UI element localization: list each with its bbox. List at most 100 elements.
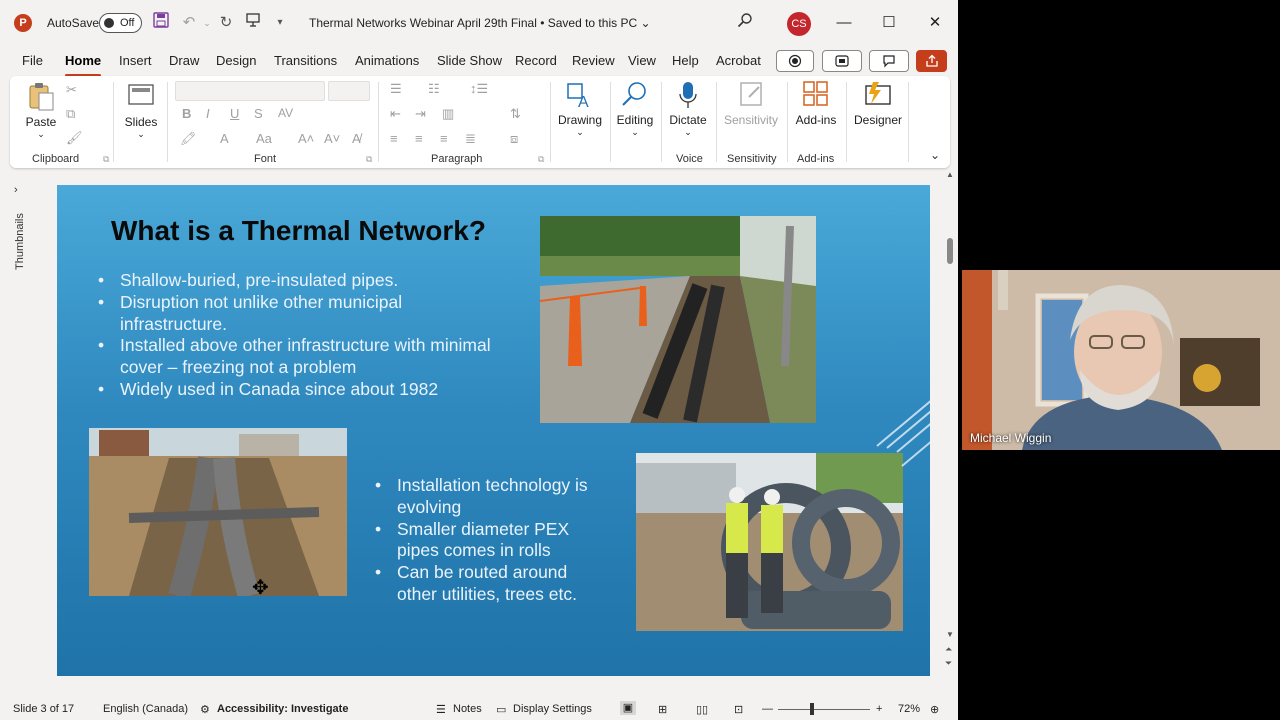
tab-home[interactable]: Home bbox=[65, 53, 102, 77]
bullets-icon[interactable]: ☰ bbox=[390, 81, 402, 97]
tab-file[interactable]: File bbox=[22, 53, 43, 68]
scroll-up-icon[interactable]: ▲ bbox=[946, 170, 954, 179]
present-teams-button[interactable] bbox=[822, 50, 862, 72]
slide-title[interactable]: What is a Thermal Network? bbox=[111, 215, 486, 247]
ribbon-collapse-icon[interactable]: ⌄ bbox=[930, 148, 940, 162]
photo-pipes-trench[interactable] bbox=[89, 428, 347, 596]
document-title[interactable]: Thermal Networks Webinar April 29th Fina… bbox=[309, 16, 651, 30]
numbering-icon[interactable]: ☷ bbox=[428, 81, 440, 97]
paragraph-launcher-icon[interactable]: ⧉ bbox=[538, 154, 544, 165]
tab-review[interactable]: Review bbox=[572, 53, 615, 68]
user-avatar[interactable]: CS bbox=[787, 12, 811, 36]
scroll-down-icon[interactable]: ▼ bbox=[946, 630, 954, 639]
slide-canvas[interactable]: What is a Thermal Network? Shallow-burie… bbox=[57, 185, 930, 676]
columns-icon[interactable]: ▥ bbox=[442, 106, 454, 122]
tab-transitions[interactable]: Transitions bbox=[274, 53, 337, 68]
clipboard-launcher-icon[interactable]: ⧉ bbox=[103, 154, 109, 165]
comments-button[interactable] bbox=[869, 50, 909, 72]
zoom-level[interactable]: 72% bbox=[898, 703, 920, 715]
minimize-icon[interactable]: — bbox=[829, 10, 859, 36]
tab-design[interactable]: Design bbox=[216, 53, 256, 68]
font-launcher-icon[interactable]: ⧉ bbox=[366, 154, 372, 165]
change-case-icon[interactable]: Aa bbox=[256, 131, 272, 146]
strikethrough-icon[interactable]: S bbox=[254, 106, 263, 121]
designer-button[interactable]: Designer bbox=[852, 80, 904, 127]
addins-button[interactable]: Add-ins bbox=[792, 80, 840, 127]
slide-sorter-icon[interactable]: ⊞ bbox=[658, 703, 667, 716]
customize-toolbar-icon[interactable]: ▾ bbox=[270, 12, 290, 34]
increase-indent-icon[interactable]: ⇥ bbox=[415, 106, 426, 122]
dictate-dropdown-icon[interactable]: ⌄ bbox=[666, 127, 710, 138]
tab-help[interactable]: Help bbox=[672, 53, 699, 68]
display-settings-button[interactable]: Display Settings bbox=[513, 703, 592, 715]
sensitivity-button[interactable]: Sensitivity bbox=[722, 80, 780, 127]
slides-dropdown-icon[interactable]: ⌄ bbox=[122, 129, 160, 140]
bullet-list-bottom[interactable]: Installation technology is evolving Smal… bbox=[372, 475, 612, 606]
cut-icon[interactable]: ✂ bbox=[66, 82, 77, 98]
tab-record[interactable]: Record bbox=[515, 53, 557, 68]
underline-icon[interactable]: U bbox=[230, 106, 239, 121]
align-center-icon[interactable]: ≡ bbox=[415, 131, 423, 146]
justify-icon[interactable]: ≣ bbox=[465, 131, 476, 147]
bold-icon[interactable]: B bbox=[182, 106, 191, 121]
font-color-icon[interactable]: A bbox=[220, 131, 229, 146]
maximize-icon[interactable]: ☐ bbox=[874, 10, 904, 36]
text-direction-icon[interactable]: ⇅ bbox=[510, 106, 521, 122]
font-size-combo[interactable] bbox=[328, 81, 370, 101]
previous-slide-icon[interactable]: ⏶ bbox=[945, 644, 952, 655]
slide-counter[interactable]: Slide 3 of 17 bbox=[13, 703, 74, 715]
copy-icon[interactable]: ⧉ bbox=[66, 106, 75, 122]
dictate-button[interactable]: Dictate ⌄ bbox=[666, 80, 710, 138]
smartart-icon[interactable]: ⧈ bbox=[510, 131, 518, 147]
undo-dropdown-icon[interactable]: ⌄ bbox=[197, 12, 217, 34]
zoom-in-icon[interactable]: + bbox=[876, 703, 882, 715]
next-slide-icon[interactable]: ⏷ bbox=[945, 658, 952, 669]
notes-button[interactable]: Notes bbox=[453, 703, 482, 715]
increase-font-icon[interactable]: A˄ bbox=[298, 131, 314, 146]
paste-dropdown-icon[interactable]: ⌄ bbox=[24, 129, 58, 140]
tab-draw[interactable]: Draw bbox=[169, 53, 199, 68]
format-painter-icon[interactable]: 🖌 bbox=[66, 130, 83, 146]
vertical-scrollbar[interactable]: ▲ ▼ ⏶ ⏷ bbox=[944, 170, 956, 676]
undo-icon[interactable]: ↶ bbox=[179, 12, 199, 34]
expand-thumbnails-icon[interactable]: › bbox=[14, 184, 18, 196]
zoom-slider-thumb[interactable] bbox=[810, 703, 814, 715]
zoom-out-icon[interactable]: — bbox=[762, 703, 773, 715]
record-button[interactable] bbox=[776, 50, 814, 72]
character-spacing-icon[interactable]: AV bbox=[278, 106, 293, 120]
tab-animations[interactable]: Animations bbox=[355, 53, 419, 68]
font-name-combo[interactable] bbox=[175, 81, 325, 101]
search-icon[interactable] bbox=[735, 12, 755, 34]
tab-insert[interactable]: Insert bbox=[119, 53, 152, 68]
align-right-icon[interactable]: ≡ bbox=[440, 131, 448, 146]
bullet-list-top[interactable]: Shallow-buried, pre-insulated pipes. Dis… bbox=[95, 270, 495, 401]
redo-icon[interactable]: ↻ bbox=[216, 12, 236, 34]
fit-to-window-icon[interactable]: ⊕ bbox=[930, 703, 939, 716]
paste-button[interactable]: Paste ⌄ bbox=[24, 82, 58, 140]
tab-view[interactable]: View bbox=[628, 53, 656, 68]
slides-button[interactable]: Slides ⌄ bbox=[122, 82, 160, 140]
present-from-start-icon[interactable] bbox=[243, 12, 263, 34]
photo-trench-pipes[interactable] bbox=[540, 216, 816, 423]
decrease-indent-icon[interactable]: ⇤ bbox=[390, 106, 401, 122]
align-left-icon[interactable]: ≡ bbox=[390, 131, 398, 146]
highlight-icon[interactable]: 🖍 bbox=[180, 131, 197, 147]
slide-show-icon[interactable]: ⊡ bbox=[734, 703, 743, 716]
scrollbar-thumb[interactable] bbox=[947, 238, 953, 264]
zoom-slider[interactable] bbox=[778, 709, 870, 710]
thumbnails-label[interactable]: Thumbnails bbox=[14, 200, 26, 270]
normal-view-icon[interactable]: ▣ bbox=[620, 701, 636, 715]
close-icon[interactable]: ✕ bbox=[920, 10, 950, 36]
save-icon[interactable] bbox=[151, 12, 171, 34]
share-button[interactable] bbox=[916, 50, 947, 72]
line-spacing-icon[interactable]: ↕☰ bbox=[470, 81, 488, 97]
photo-pex-rolls[interactable] bbox=[636, 453, 903, 631]
editing-dropdown-icon[interactable]: ⌄ bbox=[614, 127, 656, 138]
tab-acrobat[interactable]: Acrobat bbox=[716, 53, 761, 68]
autosave-toggle[interactable]: Off bbox=[99, 13, 142, 33]
decrease-font-icon[interactable]: A˅ bbox=[324, 131, 340, 146]
drawing-button[interactable]: A Drawing ⌄ bbox=[556, 80, 604, 138]
drawing-dropdown-icon[interactable]: ⌄ bbox=[556, 127, 604, 138]
italic-icon[interactable]: I bbox=[206, 106, 210, 121]
editing-button[interactable]: Editing ⌄ bbox=[614, 80, 656, 138]
